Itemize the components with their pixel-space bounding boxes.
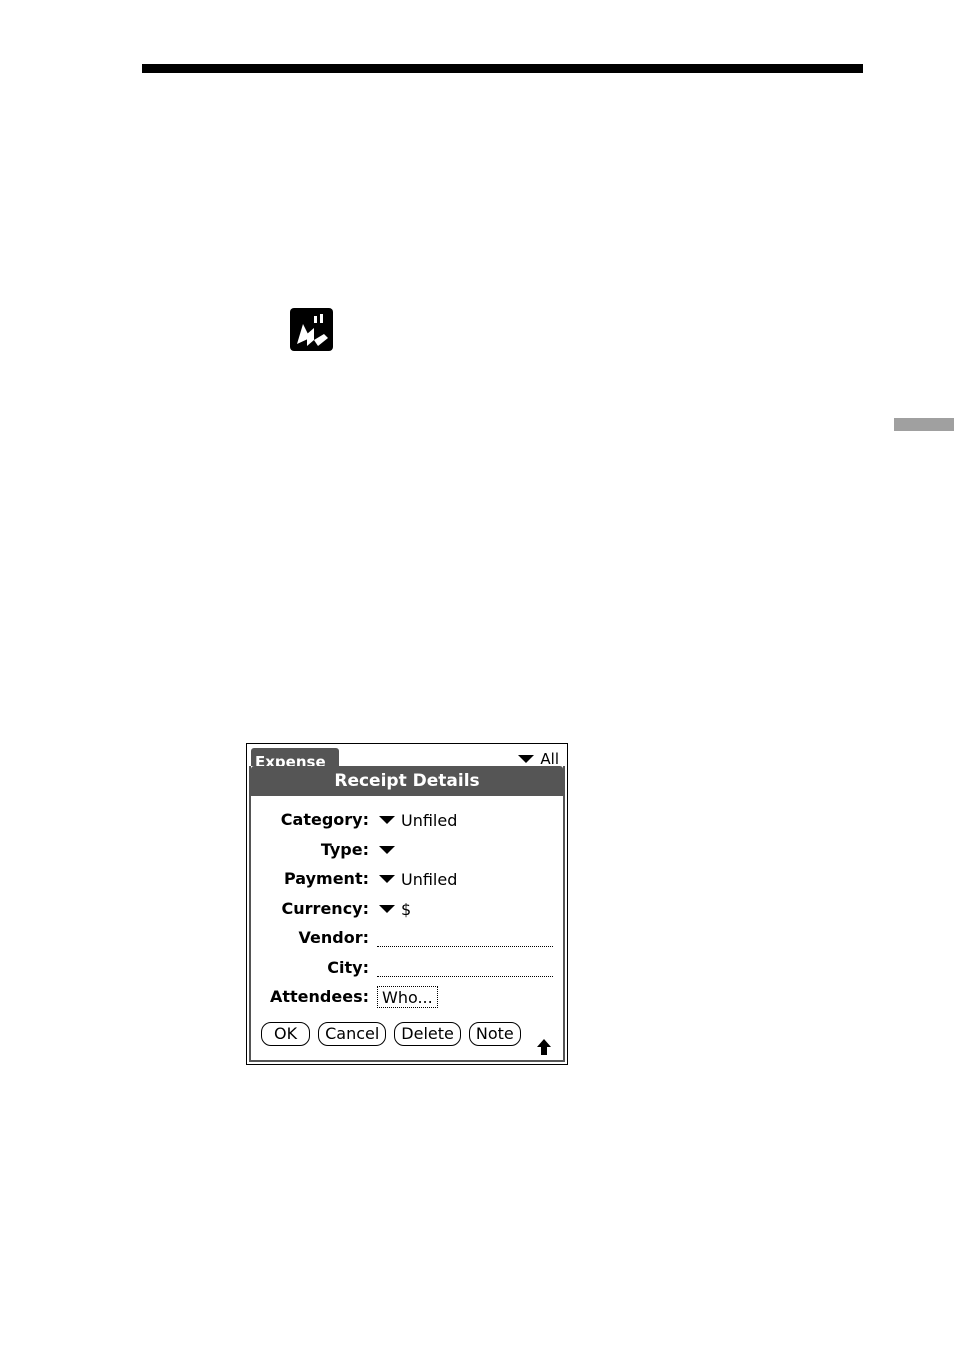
arrow-up-icon[interactable]	[536, 1038, 552, 1056]
type-picker[interactable]	[379, 838, 401, 862]
city-label: City:	[327, 958, 369, 977]
city-row: City:	[251, 956, 563, 980]
category-value: Unfiled	[401, 810, 458, 830]
who-button[interactable]: Who...	[377, 986, 438, 1008]
vendor-field[interactable]	[377, 946, 553, 947]
palm-screen: Expense All Receipt Details Category: Un…	[246, 743, 568, 1065]
delete-button[interactable]: Delete	[394, 1022, 461, 1046]
currency-value: $	[401, 899, 412, 919]
type-label: Type:	[320, 840, 369, 859]
vendor-label: Vendor:	[298, 928, 369, 947]
city-field[interactable]	[377, 976, 553, 977]
section-tab	[894, 418, 954, 431]
note-button[interactable]: Note	[468, 1022, 521, 1046]
category-label: Category:	[280, 810, 369, 829]
receipt-details-dialog: Receipt Details Category: Unfiled Type: …	[249, 766, 565, 1062]
triangle-down-icon	[379, 816, 395, 824]
payment-value: Unfiled	[401, 869, 458, 889]
payment-picker[interactable]: Unfiled	[379, 867, 457, 891]
currency-row: Currency: $	[251, 897, 563, 921]
triangle-down-icon	[379, 846, 395, 854]
currency-label: Currency:	[281, 899, 369, 918]
app-title-tab[interactable]: Expense	[251, 748, 339, 768]
payment-label: Payment:	[284, 869, 369, 888]
category-row: Category: Unfiled	[251, 808, 563, 832]
button-bar: OK Cancel Delete Note	[261, 1022, 521, 1046]
dialog-title: Receipt Details	[251, 766, 563, 796]
vendor-row: Vendor:	[251, 926, 563, 950]
cancel-button[interactable]: Cancel	[318, 1022, 387, 1046]
type-row: Type:	[251, 838, 563, 862]
top-rule	[142, 64, 863, 73]
payment-row: Payment: Unfiled	[251, 867, 563, 891]
triangle-down-icon	[379, 905, 395, 913]
ok-button[interactable]: OK	[261, 1022, 311, 1046]
attendees-row: Attendees: Who...	[251, 985, 563, 1009]
attendees-label: Attendees:	[270, 987, 369, 1006]
expense-icon	[290, 308, 333, 351]
currency-picker[interactable]: $	[379, 897, 411, 921]
triangle-down-icon	[379, 875, 395, 883]
category-picker[interactable]: Unfiled	[379, 808, 457, 832]
triangle-down-icon	[518, 755, 535, 763]
